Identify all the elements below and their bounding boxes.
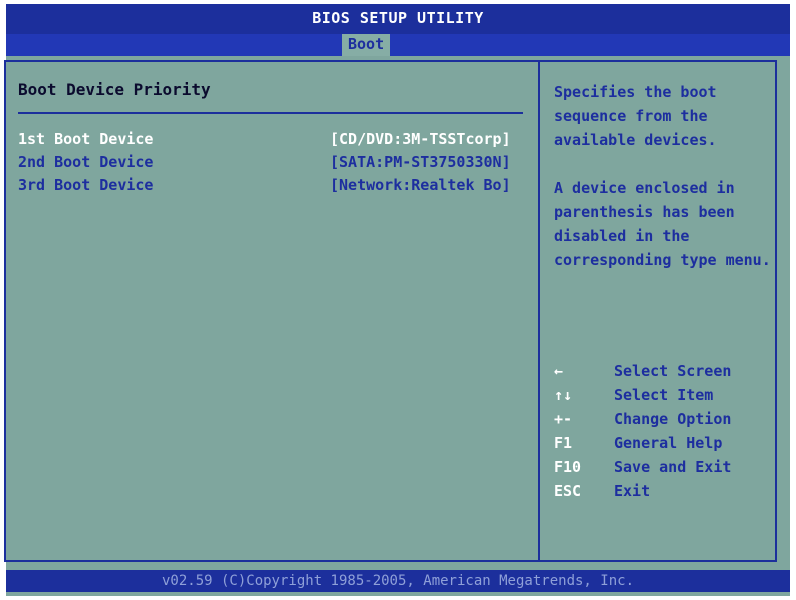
boot-device-row-3[interactable]: 3rd Boot Device [Network:Realtek Bo] [18,176,528,198]
tab-boot[interactable]: Boot [342,34,391,56]
key-row-select-item: ↑↓ Select Item [554,386,774,410]
key-desc: Select Item [614,386,714,404]
boot-device-value[interactable]: [Network:Realtek Bo] [330,176,511,194]
key-row-exit: ESC Exit [554,482,774,506]
boot-device-value[interactable]: [SATA:PM-ST3750330N] [330,153,511,171]
key-row-change-option: +- Change Option [554,410,774,434]
plus-minus-key: +- [554,410,573,428]
title-bar: BIOS SETUP UTILITY [6,4,790,34]
key-desc: Change Option [614,410,732,428]
boot-device-label: 2nd Boot Device [18,153,154,171]
key-legend: ← Select Screen ↑↓ Select Item +- Change… [554,362,774,506]
boot-device-label: 1st Boot Device [18,130,154,148]
key-row-select-screen: ← Select Screen [554,362,774,386]
help-text-2: A device enclosed in parenthesis has bee… [554,179,771,269]
key-desc: General Help [614,434,723,452]
boot-device-row-1[interactable]: 1st Boot Device [CD/DVD:3M-TSSTcorp] [18,130,528,152]
esc-key: ESC [554,482,582,500]
help-panel: Specifies the boot sequence from the ava… [554,80,774,296]
key-desc: Select Screen [614,362,732,380]
f10-key: F10 [554,458,582,476]
help-text-1: Specifies the boot sequence from the ava… [554,83,717,149]
arrow-up-down-icon: ↑↓ [554,386,573,404]
copyright-footer: v02.59 (C)Copyright 1985-2005, American … [6,570,790,592]
boot-device-label: 3rd Boot Device [18,176,154,194]
section-rule [18,112,523,114]
key-desc: Save and Exit [614,458,732,476]
key-desc: Exit [614,482,651,500]
panel-divider [538,60,540,562]
tab-bar: Boot [6,34,790,56]
arrow-left-icon: ← [554,362,564,380]
boot-device-row-2[interactable]: 2nd Boot Device [SATA:PM-ST3750330N] [18,153,528,175]
key-row-general-help: F1 General Help [554,434,774,458]
section-title: Boot Device Priority [18,80,211,99]
f1-key: F1 [554,434,573,452]
boot-device-value[interactable]: [CD/DVD:3M-TSSTcorp] [330,130,511,148]
key-row-save-exit: F10 Save and Exit [554,458,774,482]
